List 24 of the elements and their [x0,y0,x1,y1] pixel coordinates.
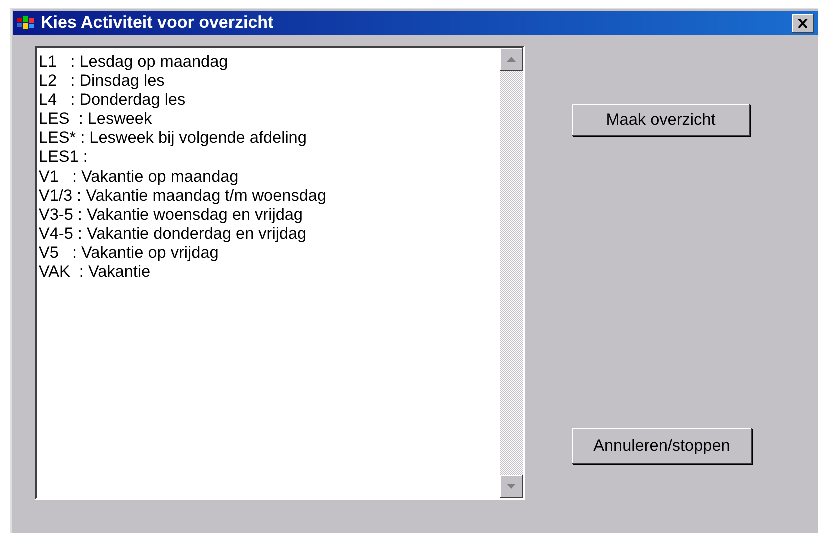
activity-item[interactable]: V5 : Vakantie op vrijdag [39,244,500,264]
activity-item[interactable]: V4-5 : Vakantie donderdag en vrijdag [39,224,500,244]
activity-item[interactable]: L4 : Donderdag les [39,91,500,110]
dialog-button[interactable]: Maak overzicht [572,104,750,136]
close-icon [798,18,808,28]
activity-item[interactable]: V3-5 : Vakantie woensdag en vrijdag [39,206,500,225]
activity-item[interactable]: LES1 : [39,148,500,168]
down-triangle-icon [507,484,516,489]
scroll-up-button[interactable] [500,48,523,71]
dialog-button[interactable]: Annuleren/stoppen [572,428,752,464]
window-title: Kies Activiteit voor overzicht [41,13,275,33]
activity-item[interactable]: LES* : Lesweek bij volgende afdeling [39,129,500,148]
scrollbar[interactable] [500,48,523,498]
activity-item[interactable]: VAK : Vakantie [39,263,500,282]
activity-item[interactable]: V1 : Vakantie op maandag [39,168,500,187]
close-button[interactable] [792,14,814,32]
app-icon [17,16,35,30]
activity-item[interactable]: LES : Lesweek [39,110,500,130]
up-triangle-icon [507,57,516,62]
activity-list[interactable] [35,46,525,500]
scroll-down-button[interactable] [500,475,523,498]
activity-item[interactable]: L1 : Lesdag op maandag [39,53,500,72]
activity-item[interactable]: L2 : Dinsdag les [39,72,500,92]
activity-item[interactable]: V1/3 : Vakantie maandag t/m woensdag [39,186,500,206]
